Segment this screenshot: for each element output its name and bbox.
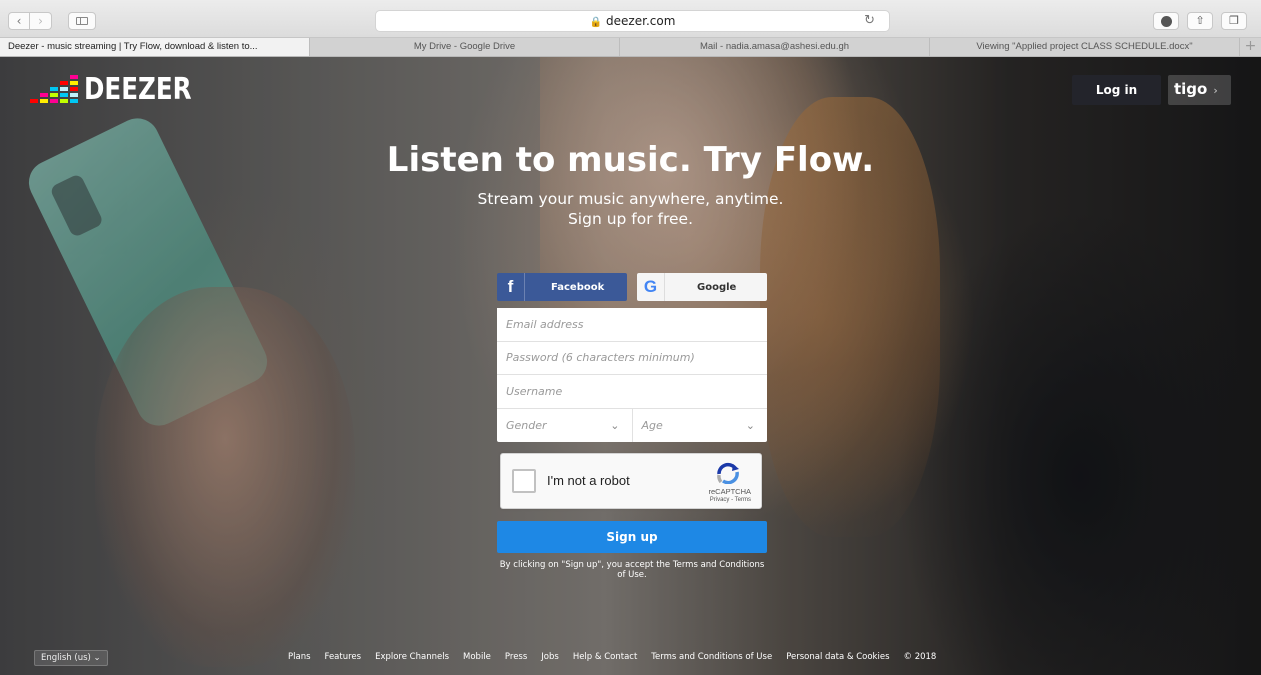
partner-button[interactable]: tigo ›: [1168, 75, 1231, 105]
captcha-label: I'm not a robot: [547, 473, 630, 488]
logo-bar-column: [60, 81, 68, 103]
url-text: deezer.com: [606, 14, 676, 28]
logo-bar-column: [30, 99, 38, 103]
terms-notice: By clicking on "Sign up", you accept the…: [499, 560, 765, 580]
footer-link-mobile[interactable]: Mobile: [463, 652, 491, 662]
address-bar[interactable]: 🔒 deezer.com ↻: [375, 10, 890, 32]
google-icon: G: [637, 273, 665, 301]
chevron-down-icon: ⌄: [93, 653, 101, 663]
recaptcha-widget: I'm not a robot reCAPTCHA Privacy - Term…: [500, 453, 762, 509]
gender-placeholder: Gender: [506, 418, 547, 432]
logo-bar: [50, 93, 58, 97]
password-field[interactable]: [497, 341, 767, 375]
lock-icon: 🔒: [589, 17, 603, 28]
footer-link-press[interactable]: Press: [505, 652, 527, 662]
login-button[interactable]: Log in: [1072, 75, 1161, 105]
subtitle-line-2: Sign up for free.: [567, 210, 694, 228]
facebook-label: Facebook: [551, 281, 605, 293]
logo-bar: [70, 87, 78, 91]
captcha-checkbox[interactable]: [512, 469, 536, 493]
logo-bar: [50, 99, 58, 103]
reload-icon[interactable]: ↻: [864, 11, 875, 31]
logo-bar: [70, 93, 78, 97]
tab-deezer[interactable]: Deezer - music streaming | Try Flow, dow…: [0, 38, 310, 56]
google-label: Google: [697, 281, 737, 293]
chevron-down-icon: ⌄: [745, 418, 755, 432]
language-label: English (us): [41, 653, 91, 663]
footer-link-help-contact[interactable]: Help & Contact: [573, 652, 637, 662]
google-button[interactable]: G Google: [637, 273, 767, 301]
logo-bar: [50, 87, 58, 91]
logo-bar: [60, 81, 68, 85]
equalizer-logo-icon: [30, 75, 78, 103]
recaptcha-links[interactable]: Privacy - Terms: [710, 497, 751, 503]
deezer-logo[interactable]: DEEZER: [30, 72, 215, 107]
footer-link-personal-data[interactable]: Personal data & Cookies: [786, 652, 889, 662]
footer-link-explore-channels[interactable]: Explore Channels: [375, 652, 449, 662]
social-login: f Facebook G Google: [497, 273, 767, 301]
signup-form: Gender ⌄ Age ⌄: [497, 308, 767, 442]
toolbar-right: ⇧ ❐: [1153, 12, 1247, 30]
signup-button[interactable]: Sign up: [497, 521, 767, 553]
logo-text: DEEZER: [84, 72, 192, 107]
chevron-down-icon: ⌄: [610, 418, 620, 432]
page-title: Listen to music. Try Flow.: [386, 140, 875, 180]
logo-bar: [40, 93, 48, 97]
logo-bar: [30, 99, 38, 103]
download-icon[interactable]: [1153, 12, 1179, 30]
new-tab-icon[interactable]: +: [1240, 38, 1261, 56]
tab-google-drive[interactable]: My Drive - Google Drive: [310, 38, 620, 56]
tab-mail[interactable]: Mail - nadia.amasa@ashesi.edu.gh: [620, 38, 930, 56]
logo-bar: [70, 75, 78, 79]
age-placeholder: Age: [641, 418, 663, 432]
browser-toolbar: ‹ › 🔒 deezer.com ↻ ⇧ ❐: [0, 0, 1261, 38]
footer-link-terms[interactable]: Terms and Conditions of Use: [651, 652, 772, 662]
page-subtitle: Stream your music anywhere, anytime. Sig…: [0, 189, 1261, 229]
logo-bar-column: [50, 87, 58, 103]
gender-select[interactable]: Gender ⌄: [497, 409, 632, 442]
tab-bar: Deezer - music streaming | Try Flow, dow…: [0, 38, 1261, 57]
logo-bar-column: [70, 75, 78, 103]
footer-copyright: © 2018: [903, 652, 937, 662]
subtitle-line-1: Stream your music anywhere, anytime.: [477, 190, 784, 208]
logo-bar: [70, 99, 78, 103]
tabs-icon[interactable]: ❐: [1221, 12, 1247, 30]
footer-link-features[interactable]: Features: [325, 652, 362, 662]
recaptcha-icon: [717, 462, 739, 484]
logo-bar: [40, 99, 48, 103]
chevron-right-icon: ›: [1213, 84, 1218, 97]
footer-links: Plans Features Explore Channels Mobile P…: [288, 652, 936, 662]
facebook-icon: f: [497, 273, 525, 301]
age-select[interactable]: Age ⌄: [631, 408, 768, 442]
partner-label: tigo: [1174, 80, 1208, 98]
footer-link-plans[interactable]: Plans: [288, 652, 311, 662]
tab-schedule-doc[interactable]: Viewing "Applied project CLASS SCHEDULE.…: [930, 38, 1240, 56]
email-field[interactable]: [497, 308, 767, 342]
username-field[interactable]: [497, 375, 767, 409]
logo-bar: [60, 99, 68, 103]
gender-age-row: Gender ⌄ Age ⌄: [497, 408, 768, 442]
logo-bar: [60, 93, 68, 97]
hero-section: DEEZER Log in tigo › Listen to music. Try…: [0, 57, 1261, 675]
share-icon[interactable]: ⇧: [1187, 12, 1213, 30]
logo-bar: [60, 87, 68, 91]
footer-link-jobs[interactable]: Jobs: [541, 652, 559, 662]
sidebar-icon[interactable]: [68, 12, 96, 30]
back-icon[interactable]: ‹: [8, 12, 30, 30]
logo-bar: [70, 81, 78, 85]
forward-icon[interactable]: ›: [30, 12, 52, 30]
navigation-buttons: ‹ ›: [8, 12, 52, 30]
facebook-button[interactable]: f Facebook: [497, 273, 627, 301]
logo-bar-column: [40, 93, 48, 103]
language-select[interactable]: English (us) ⌄: [34, 650, 108, 666]
recaptcha-brand: reCAPTCHA: [708, 487, 751, 496]
